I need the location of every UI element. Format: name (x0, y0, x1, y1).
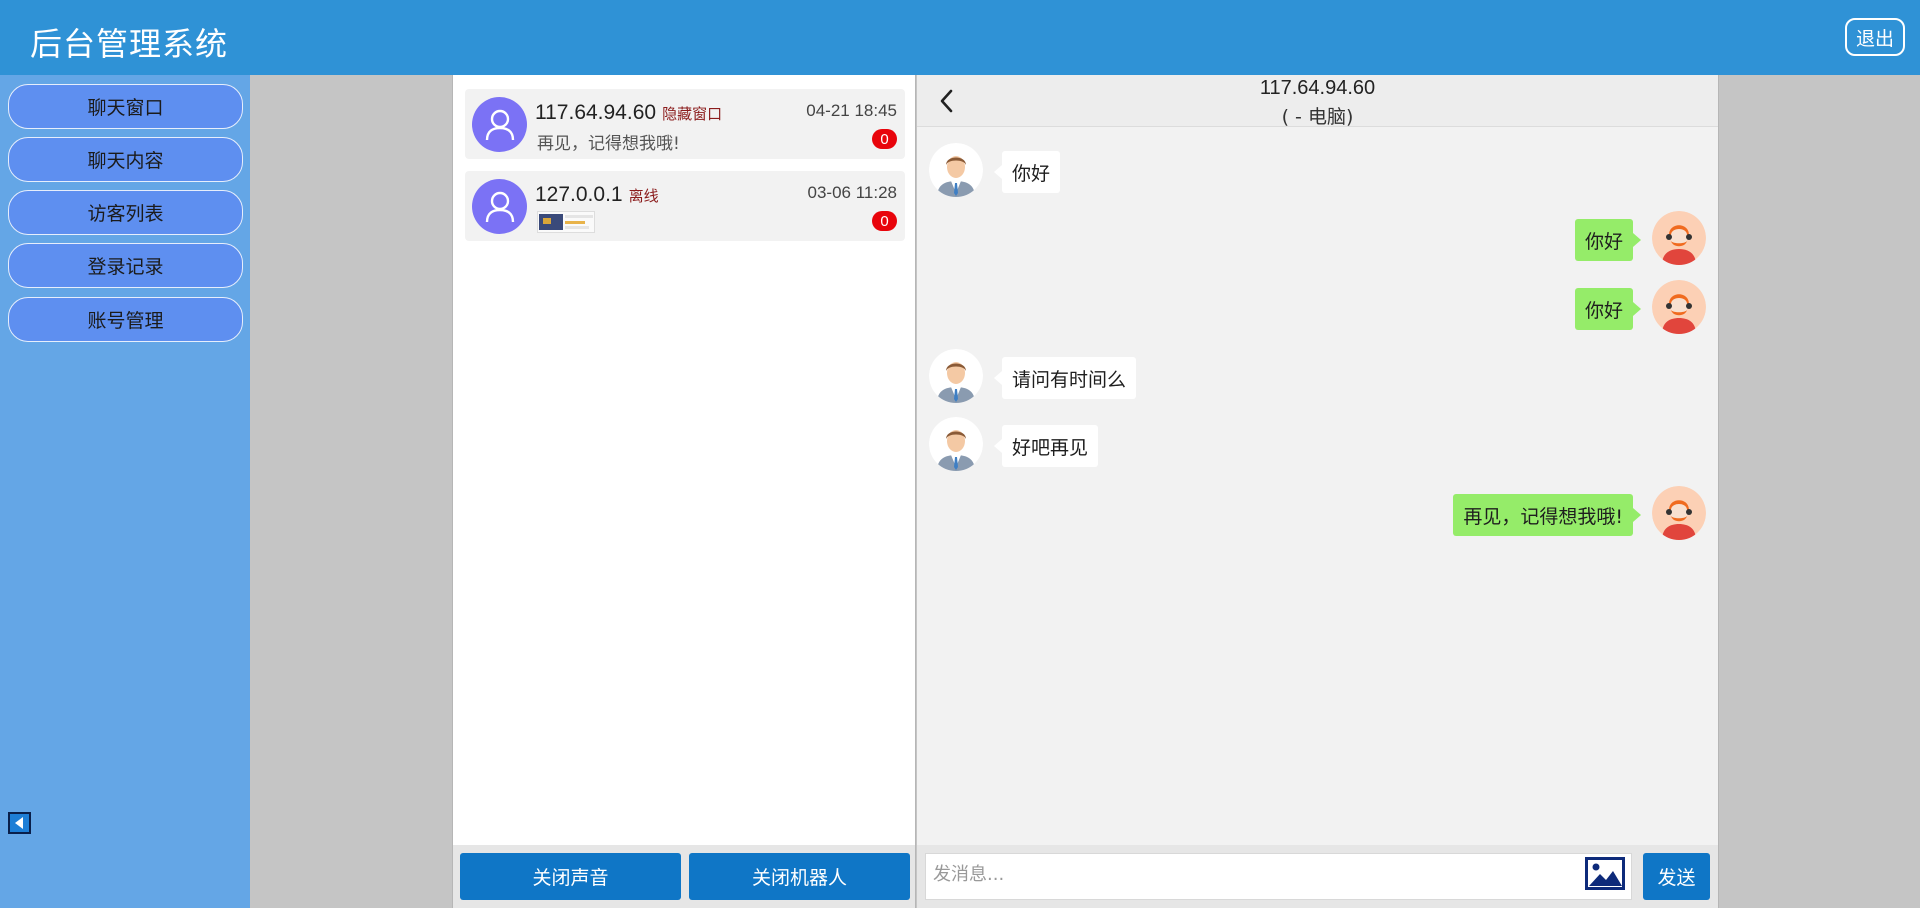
conversation-preview: 再见，记得想我哦! (537, 134, 680, 154)
image-upload-icon[interactable] (1585, 857, 1625, 890)
sidebar-item-chat-window[interactable]: 聊天窗口 (8, 84, 243, 129)
conversation-item[interactable]: 117.64.94.60 隐藏窗口 04-21 18:45 再见，记得想我哦! 0 (465, 89, 905, 159)
agent-avatar-icon (1652, 280, 1706, 334)
triangle-left-icon (14, 817, 23, 829)
mute-sound-button[interactable]: 关闭声音 (460, 853, 681, 900)
image-thumbnail (537, 211, 595, 233)
agent-avatar-icon (1652, 486, 1706, 540)
message-bubble: 你好 (1574, 288, 1642, 330)
message-bubble: 再见，记得想我哦! (1453, 494, 1641, 536)
chat-message: 好吧再见 (917, 417, 1718, 471)
user-avatar-icon (472, 97, 527, 152)
chat-message: 再见，记得想我哦! (917, 486, 1718, 540)
conversation-list-panel: 117.64.94.60 隐藏窗口 04-21 18:45 再见，记得想我哦! 0… (452, 75, 916, 908)
send-button[interactable]: 发送 (1643, 853, 1710, 900)
sidebar-item-chat-content[interactable]: 聊天内容 (8, 137, 243, 182)
message-bubble: 好吧再见 (993, 425, 1099, 467)
sidebar-item-account-management[interactable]: 账号管理 (8, 297, 243, 342)
visitor-avatar-icon (929, 349, 983, 403)
chat-message: 请问有时间么 (917, 349, 1718, 403)
sidebar-item-visitor-list[interactable]: 访客列表 (8, 190, 243, 235)
message-bubble: 你好 (1574, 219, 1642, 261)
conversation-status-tag: 隐藏窗口 (662, 105, 723, 123)
unread-badge: 0 (872, 211, 897, 231)
conversation-footer: 关闭声音 关闭机器人 (453, 845, 915, 908)
sidebar-collapse-button[interactable] (8, 812, 31, 834)
visitor-avatar-icon (929, 417, 983, 471)
chat-panel: 117.64.94.60 ( - 电脑) 你好 你好 你好 请问有时间么 好吧再… (917, 75, 1719, 908)
chat-message: 你好 (917, 280, 1718, 334)
message-bubble: 你好 (993, 151, 1061, 193)
sidebar-item-login-records[interactable]: 登录记录 (8, 243, 243, 288)
chat-message: 你好 (917, 211, 1718, 265)
unread-badge: 0 (872, 129, 897, 149)
conversation-status-tag: 离线 (628, 187, 659, 205)
user-avatar-icon (472, 179, 527, 234)
chat-input-bar: 发送 (917, 845, 1718, 908)
logout-button[interactable]: 退出 (1845, 18, 1905, 56)
agent-avatar-icon (1652, 211, 1706, 265)
top-header: 后台管理系统 退出 (0, 0, 1920, 75)
chat-header: 117.64.94.60 ( - 电脑) (917, 75, 1718, 128)
chat-message: 你好 (917, 143, 1718, 197)
conversation-ip: 117.64.94.60 隐藏窗口 (535, 101, 723, 124)
chat-visitor-ip: 117.64.94.60 (1259, 77, 1376, 99)
disable-robot-button[interactable]: 关闭机器人 (689, 853, 910, 900)
conversation-time: 03-06 11:28 (807, 183, 897, 202)
message-input[interactable] (925, 853, 1632, 900)
conversation-item[interactable]: 127.0.0.1 离线 03-06 11:28 0 (465, 171, 905, 241)
app-title: 后台管理系统 (30, 26, 229, 62)
conversation-ip: 127.0.0.1 离线 (535, 183, 659, 206)
sidebar: 聊天窗口 聊天内容 访客列表 登录记录 账号管理 (0, 75, 250, 908)
visitor-avatar-icon (929, 143, 983, 197)
message-bubble: 请问有时间么 (993, 357, 1137, 399)
conversation-time: 04-21 18:45 (806, 101, 897, 120)
chat-visitor-device: ( - 电脑) (1281, 106, 1354, 128)
